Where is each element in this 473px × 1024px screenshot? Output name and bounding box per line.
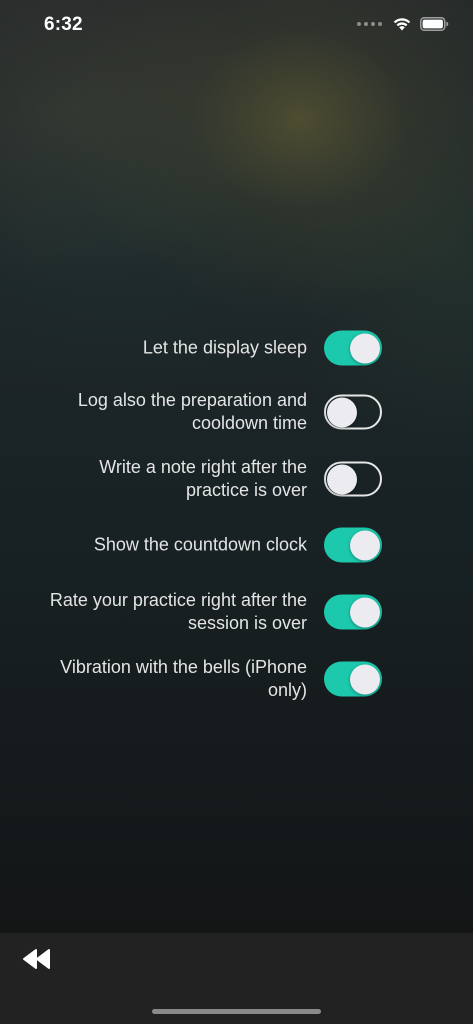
toggle-knob (349, 333, 380, 363)
wifi-icon (393, 18, 411, 31)
setting-label: Rate your practice right after the sessi… (49, 590, 307, 633)
toggle-knob (349, 530, 380, 560)
rewind-back-icon (23, 949, 50, 969)
cellular-dots-icon (357, 21, 382, 26)
toggle-knob (349, 597, 380, 627)
settings-screen: 6:32 Let the display sleep Log also the … (0, 0, 473, 1024)
status-bar: 6:32 (0, 0, 473, 54)
setting-label: Vibration with the bells (iPhone only) (60, 657, 307, 700)
battery-icon (420, 16, 449, 31)
setting-label: Write a note right after the practice is… (99, 457, 307, 500)
toggle-knob (326, 464, 357, 494)
setting-label: Show the countdown clock (93, 534, 307, 555)
setting-row-countdown-clock: Show the countdown clock (0, 517, 473, 573)
toggle-knob (349, 664, 380, 694)
setting-row-log-preparation: Log also the preparation and cooldown ti… (0, 384, 473, 440)
setting-row-vibration: Vibration with the bells (iPhone only) (0, 651, 473, 707)
setting-label: Log also the preparation and cooldown ti… (77, 390, 307, 433)
log-preparation-toggle[interactable] (324, 394, 382, 430)
vibration-toggle[interactable] (324, 661, 382, 697)
status-icons (357, 16, 449, 31)
write-note-toggle[interactable] (324, 461, 382, 497)
toggle-knob (326, 397, 357, 427)
bottom-bar (0, 933, 473, 1024)
setting-row-display-sleep: Let the display sleep (0, 320, 473, 376)
display-sleep-toggle[interactable] (324, 330, 382, 366)
back-button[interactable] (22, 948, 52, 970)
home-indicator (152, 1009, 321, 1014)
setting-row-write-note: Write a note right after the practice is… (0, 451, 473, 507)
countdown-clock-toggle[interactable] (324, 527, 382, 563)
rate-practice-toggle[interactable] (324, 594, 382, 630)
setting-label: Let the display sleep (142, 337, 307, 358)
status-time: 6:32 (44, 14, 83, 35)
setting-row-rate-practice: Rate your practice right after the sessi… (0, 584, 473, 640)
